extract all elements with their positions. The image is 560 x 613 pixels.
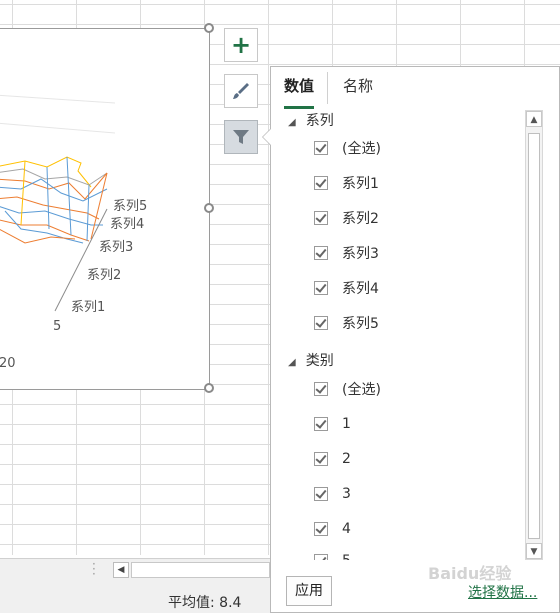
list-item[interactable]: (全选) [314,378,381,400]
filter-list[interactable]: ◢ 系列 (全选) 系列1 系列2 系列3 系列4 系列5 ◢ 类别 (全选) 1 … [272,106,516,560]
x-tick-label: 20 [0,356,16,371]
list-item[interactable]: 2 [314,448,351,470]
apply-button[interactable]: 应用 [286,576,332,606]
tab-divider [327,72,328,104]
item-label: 系列5 [342,316,379,332]
list-item[interactable]: 系列1 [314,172,379,194]
checkbox[interactable] [314,382,328,396]
pane-scrollbar[interactable]: ▲ ▼ [525,110,543,560]
checkbox[interactable] [314,176,328,190]
surface-chart-svg: 系列5 系列4 系列3 系列2 系列1 5 20 [0,94,147,371]
list-item[interactable]: 系列4 [314,277,379,299]
chart-filters-button[interactable] [224,120,258,154]
watermark: Baidu经验 [428,564,512,583]
list-item[interactable]: 3 [314,483,351,505]
brush-icon [233,83,249,99]
checkbox[interactable] [314,141,328,155]
tab-names[interactable]: 名称 [343,76,373,106]
series-label-4: 系列4 [110,217,144,232]
splitter-handle-icon[interactable]: · · · [92,558,96,580]
horizontal-scrollbar[interactable] [131,562,270,578]
scroll-up-icon[interactable]: ▲ [526,111,542,127]
group-label-categories: 类别 [305,353,334,369]
group-header-series[interactable]: ◢ 系列 [288,110,334,130]
checkbox[interactable] [314,487,328,501]
group-header-categories[interactable]: ◢ 类别 [288,350,334,370]
series-label-1: 系列1 [71,300,105,315]
checkbox[interactable] [314,522,328,536]
checkbox[interactable] [314,246,328,260]
item-label: 2 [342,451,351,467]
item-label: 5 [342,553,351,560]
list-item[interactable]: 系列3 [314,242,379,264]
checkbox[interactable] [314,211,328,225]
item-label: (全选) [342,141,381,157]
list-item[interactable]: 1 [314,413,351,435]
group-label-series: 系列 [305,113,334,129]
scroll-left-icon[interactable]: ◀ [113,562,129,578]
list-item[interactable]: 4 [314,518,351,540]
item-label: (全选) [342,382,381,398]
list-item[interactable]: 5 [314,550,351,560]
resize-handle-top-right[interactable] [204,23,214,33]
status-average: 平均值: 8.4 [168,595,242,611]
chart-gridlines [0,94,116,134]
chart-styles-button[interactable] [224,74,258,108]
scroll-thumb[interactable] [528,133,540,539]
checkbox[interactable] [314,316,328,330]
list-item[interactable]: 系列5 [314,312,379,334]
surface-wireframe [0,156,108,244]
series-label-2: 系列2 [87,268,121,283]
series-label-5: 系列5 [113,199,147,214]
resize-handle-right[interactable] [204,203,214,213]
resize-handle-bottom-right[interactable] [204,383,214,393]
chart-area[interactable]: 系列5 系列4 系列3 系列2 系列1 5 20 [0,28,210,390]
scroll-down-icon[interactable]: ▼ [526,543,542,559]
list-item[interactable]: 系列2 [314,207,379,229]
depth-tick-label: 5 [53,319,61,334]
select-data-link[interactable]: 选择数据... [468,582,537,602]
plus-icon: + [230,31,252,59]
item-label: 4 [342,521,351,537]
caret-down-icon[interactable]: ◢ [288,357,296,368]
item-label: 系列1 [342,176,379,192]
series-label-3: 系列3 [99,240,133,255]
item-label: 系列3 [342,246,379,262]
pane-pointer-inner [263,129,271,145]
item-label: 1 [342,416,351,432]
item-label: 3 [342,486,351,502]
item-label: 系列2 [342,211,379,227]
tab-values[interactable]: 数值 [284,76,315,109]
checkbox[interactable] [314,417,328,431]
chart-elements-button[interactable]: + [224,28,258,62]
caret-down-icon[interactable]: ◢ [288,117,296,128]
item-label: 系列4 [342,281,379,297]
list-item[interactable]: (全选) [314,137,381,159]
filter-icon [233,130,249,144]
checkbox[interactable] [314,281,328,295]
checkbox[interactable] [314,554,328,560]
depth-axis [54,208,108,312]
checkbox[interactable] [314,452,328,466]
